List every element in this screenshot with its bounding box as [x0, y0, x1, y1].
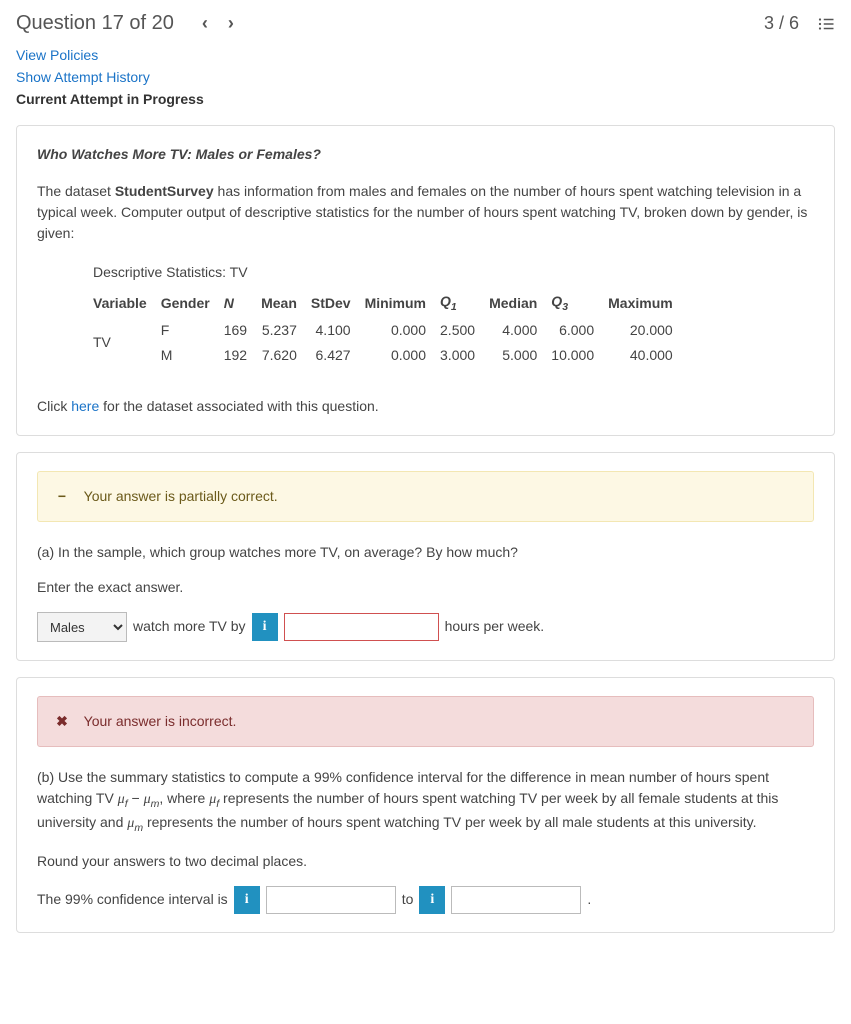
ci-lower-input[interactable]	[266, 886, 396, 914]
minus-icon: −	[54, 486, 70, 507]
tail-text: hours per week.	[445, 616, 545, 637]
prev-question-button[interactable]: ‹	[192, 13, 218, 34]
enter-exact-label: Enter the exact answer.	[37, 577, 814, 598]
ci-label: The 99% confidence interval is	[37, 889, 228, 910]
table-row: TV F 169 5.237 4.100 0.000 2.500 4.000 6…	[93, 318, 687, 343]
question-intro-panel: Who Watches More TV: Males or Females? T…	[16, 125, 835, 436]
round-instruction: Round your answers to two decimal places…	[37, 851, 814, 872]
feedback-incorrect: ✖ Your answer is incorrect.	[37, 696, 814, 747]
dataset-link[interactable]: here	[71, 398, 99, 414]
ci-upper-input[interactable]	[451, 886, 581, 914]
part-a-prompt: (a) In the sample, which group watches m…	[37, 542, 814, 563]
statistics-block: Descriptive Statistics: TV Variable Gend…	[93, 262, 814, 368]
question-subtitle: Who Watches More TV: Males or Females?	[37, 144, 814, 165]
group-dropdown[interactable]: Males	[37, 612, 127, 642]
difference-input[interactable]	[284, 613, 439, 641]
show-attempt-history-link[interactable]: Show Attempt History	[16, 69, 835, 85]
question-description: The dataset StudentSurvey has informatio…	[37, 181, 814, 244]
view-policies-link[interactable]: View Policies	[16, 47, 835, 63]
stats-caption: Descriptive Statistics: TV	[93, 262, 814, 283]
question-title: Question 17 of 20	[16, 12, 174, 35]
mid-text: watch more TV by	[133, 616, 246, 637]
table-row: M 192 7.620 6.427 0.000 3.000 5.000 10.0…	[93, 343, 687, 368]
info-icon[interactable]: i	[252, 613, 278, 641]
feedback-partial: − Your answer is partially correct.	[37, 471, 814, 522]
to-label: to	[402, 889, 414, 910]
dataset-link-line: Click here for the dataset associated wi…	[37, 396, 814, 417]
table-header-row: Variable Gender N Mean StDev Minimum Q1 …	[93, 289, 687, 318]
stats-table: Variable Gender N Mean StDev Minimum Q1 …	[93, 289, 687, 368]
feedback-text: Your answer is partially correct.	[84, 488, 278, 504]
question-list-icon[interactable]	[817, 15, 835, 33]
current-attempt-label: Current Attempt in Progress	[0, 91, 851, 117]
feedback-text: Your answer is incorrect.	[84, 713, 237, 729]
part-b-prompt: (b) Use the summary statistics to comput…	[37, 767, 814, 837]
info-icon[interactable]: i	[234, 886, 260, 914]
info-icon[interactable]: i	[419, 886, 445, 914]
part-b-panel: ✖ Your answer is incorrect. (b) Use the …	[16, 677, 835, 933]
score-display: 3 / 6	[764, 13, 799, 34]
x-icon: ✖	[54, 711, 70, 732]
next-question-button[interactable]: ›	[218, 13, 244, 34]
part-a-panel: − Your answer is partially correct. (a) …	[16, 452, 835, 661]
period: .	[587, 889, 591, 910]
